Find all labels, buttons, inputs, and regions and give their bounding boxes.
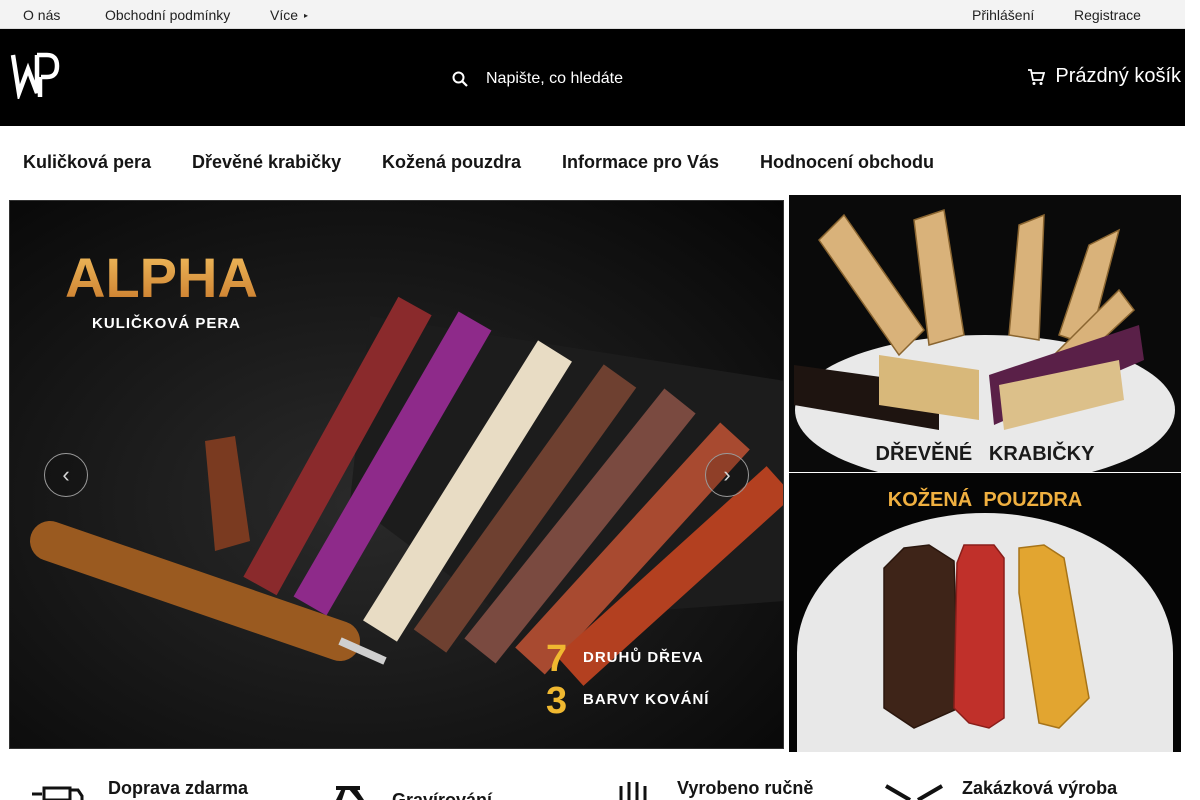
banner-leather-cases[interactable]: KOŽENÁ POUZDRA — [789, 473, 1181, 752]
hand-icon — [619, 782, 647, 800]
search-bar[interactable]: Napište, co hledáte — [452, 65, 623, 93]
cart-button[interactable]: Prázdný košík — [1027, 65, 1181, 88]
feature-label: Doprava zdarma — [108, 778, 249, 798]
logo[interactable] — [10, 49, 60, 99]
slider-prev-button[interactable]: ‹ — [44, 453, 88, 497]
feature-label: Zakázková výroba — [962, 778, 1118, 798]
feature-engraving: Gravírování — [332, 760, 592, 800]
cart-label: Prázdný košík — [1055, 65, 1181, 87]
feature-label: Vyrobeno ručně — [677, 778, 814, 798]
nav-item-info[interactable]: Informace pro Vás — [562, 152, 719, 173]
slider-next-button[interactable]: › — [705, 453, 749, 497]
nav-item-cases[interactable]: Kožená pouzdra — [382, 152, 521, 173]
banner-cases-caption: KOŽENÁ POUZDRA — [888, 487, 1082, 511]
banner-wooden-boxes[interactable]: DŘEVĚNÉ KRABIČKY — [789, 195, 1181, 472]
feature-handmade: Vyrobeno ručně — [615, 760, 875, 800]
login-link[interactable]: Přihlášení — [972, 7, 1034, 23]
slider-title: ALPHA — [65, 246, 258, 309]
feature-label: Gravírování — [392, 790, 493, 800]
slider-num-2: 3 — [546, 680, 567, 722]
chevron-left-icon: ‹ — [62, 462, 70, 487]
chevron-right-icon: › — [723, 462, 731, 487]
feature-shipping: Doprava zdarma — [32, 760, 302, 800]
banner-boxes-caption: DŘEVĚNÉ KRABIČKY — [876, 441, 1096, 465]
top-bar: O nás Obchodní podmínky Více ▸ Přihlášení… — [0, 0, 1185, 29]
banner-boxes-image: DŘEVĚNÉ KRABIČKY — [789, 195, 1181, 472]
features-bar: Doprava zdarma Gravírování Vyrobeno ručn… — [0, 760, 1185, 800]
nav-item-pens[interactable]: Kuličková pera — [23, 152, 151, 173]
banner-cases-image: KOŽENÁ POUZDRA — [789, 473, 1181, 752]
slider-num-1: 7 — [546, 638, 567, 680]
feature-custom: Zakázková výroba — [884, 760, 1184, 800]
chevron-right-icon: ▸ — [304, 11, 309, 20]
hero-slider[interactable]: ALPHA KULIČKOVÁ PERA 7 DRUHŮ DŘEVA 3 BAR… — [9, 200, 784, 749]
nav-item-boxes[interactable]: Dřevěné krabičky — [192, 152, 341, 173]
engraving-icon — [336, 786, 364, 800]
register-link[interactable]: Registrace — [1074, 7, 1141, 23]
site-header: Napište, co hledáte Prázdný košík — [0, 29, 1185, 126]
cart-icon — [1028, 68, 1046, 85]
link-more[interactable]: Více ▸ — [270, 7, 308, 23]
tools-icon — [884, 784, 944, 800]
slider-text-2: BARVY KOVÁNÍ — [583, 691, 709, 708]
link-more-label: Více — [270, 7, 299, 23]
search-icon — [452, 71, 468, 87]
search-placeholder: Napište, co hledáte — [486, 70, 623, 87]
slider-text-1: DRUHŮ DŘEVA — [583, 647, 704, 666]
truck-icon — [32, 786, 84, 800]
main-nav: Kuličková pera Dřevěné krabičky Kožená p… — [0, 126, 1185, 195]
slider-image: ALPHA KULIČKOVÁ PERA 7 DRUHŮ DŘEVA 3 BAR… — [10, 201, 783, 748]
slider-subtitle: KULIČKOVÁ PERA — [92, 314, 241, 332]
nav-item-reviews[interactable]: Hodnocení obchodu — [760, 152, 934, 173]
link-terms[interactable]: Obchodní podmínky — [105, 7, 230, 23]
link-about[interactable]: O nás — [23, 7, 60, 23]
